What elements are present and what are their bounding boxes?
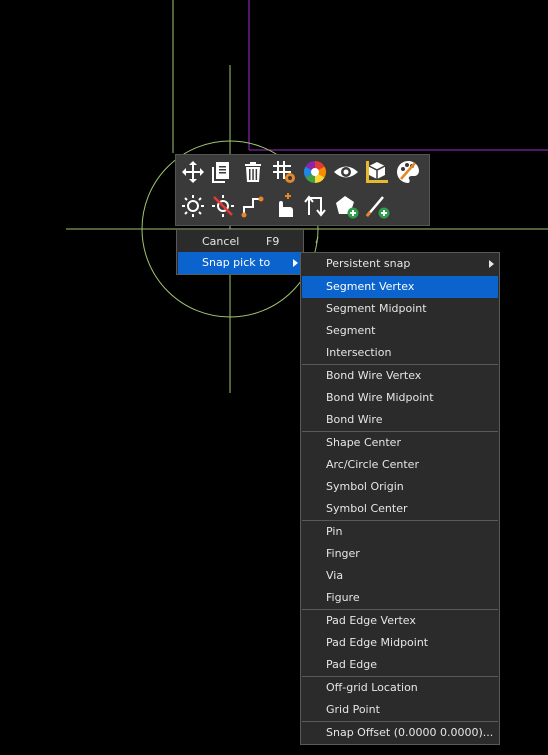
add-line-icon[interactable]	[363, 192, 391, 220]
menu-item-cancel[interactable]: Cancel F9	[178, 231, 302, 253]
hand-pick-icon[interactable]	[270, 192, 298, 220]
menu-item-label: Pad Edge Midpoint	[326, 636, 429, 649]
menu-item-pad-edge-midpoint[interactable]: Pad Edge Midpoint	[302, 632, 498, 654]
copy-icon[interactable]	[209, 158, 237, 186]
highlight-icon[interactable]	[179, 192, 207, 220]
menu-item-snap-offset[interactable]: Snap Offset (0.0000 0.0000)...	[302, 722, 498, 744]
menu-item-off-grid-location[interactable]: Off-grid Location	[302, 677, 498, 699]
menu-item-intersection[interactable]: Intersection	[302, 342, 498, 364]
menu-item-label: Snap Offset (0.0000 0.0000)...	[326, 726, 494, 739]
submenu-arrow-icon	[489, 260, 494, 268]
cube-measure-icon[interactable]	[363, 158, 391, 186]
menu-item-bond-wire[interactable]: Bond Wire	[302, 409, 498, 431]
menu-item-label: Off-grid Location	[326, 681, 418, 694]
menu-item-grid-point[interactable]: Grid Point	[302, 699, 498, 721]
menu-item-shape-center[interactable]: Shape Center	[302, 432, 498, 454]
menu-item-persistent-snap[interactable]: Persistent snap	[302, 253, 498, 275]
menu-item-label: Grid Point	[326, 703, 380, 716]
menu-item-label: Cancel	[202, 235, 240, 248]
context-menu: Cancel F9 Snap pick to	[176, 229, 304, 275]
menu-item-label: Shape Center	[326, 436, 401, 449]
menu-item-symbol-origin[interactable]: Symbol Origin	[302, 476, 498, 498]
snap-submenu: Persistent snap Segment Vertex Segment M…	[300, 252, 500, 745]
menu-item-pad-edge-vertex[interactable]: Pad Edge Vertex	[302, 610, 498, 632]
menu-item-label: Symbol Center	[326, 502, 408, 515]
menu-item-label: Persistent snap	[326, 257, 411, 270]
menu-item-figure[interactable]: Figure	[302, 587, 498, 609]
menu-item-pad-edge[interactable]: Pad Edge	[302, 654, 498, 676]
menu-item-arc-circle-center[interactable]: Arc/Circle Center	[302, 454, 498, 476]
menu-item-label: Figure	[326, 591, 360, 604]
menu-item-segment[interactable]: Segment	[302, 320, 498, 342]
menu-item-via[interactable]: Via	[302, 565, 498, 587]
menu-item-label: Intersection	[326, 346, 392, 359]
palette-icon[interactable]	[394, 158, 422, 186]
menu-item-label: Symbol Origin	[326, 480, 404, 493]
menu-item-shortcut: F9	[266, 235, 280, 248]
menu-item-label: Arc/Circle Center	[326, 458, 419, 471]
submenu-arrow-icon	[293, 259, 298, 267]
move-icon[interactable]	[179, 158, 207, 186]
menu-item-label: Bond Wire	[326, 413, 383, 426]
menu-item-symbol-center[interactable]: Symbol Center	[302, 498, 498, 520]
menu-item-label: Pad Edge Vertex	[326, 614, 416, 627]
dehighlight-icon[interactable]	[209, 192, 237, 220]
menu-item-bond-wire-vertex[interactable]: Bond Wire Vertex	[302, 365, 498, 387]
swap-icon[interactable]	[301, 192, 329, 220]
menu-item-segment-vertex[interactable]: Segment Vertex	[302, 276, 498, 298]
menu-item-bond-wire-midpoint[interactable]: Bond Wire Midpoint	[302, 387, 498, 409]
menu-item-label: Segment	[326, 324, 376, 337]
color-wheel-icon[interactable]	[301, 158, 329, 186]
menu-item-pin[interactable]: Pin	[302, 521, 498, 543]
menu-item-label: Pin	[326, 525, 343, 538]
route-icon[interactable]	[239, 192, 267, 220]
menu-item-snap-pick-to[interactable]: Snap pick to	[178, 252, 302, 274]
menu-item-label: Pad Edge	[326, 658, 378, 671]
menu-item-finger[interactable]: Finger	[302, 543, 498, 565]
delete-icon[interactable]	[239, 158, 267, 186]
menu-item-label: Bond Wire Midpoint	[326, 391, 434, 404]
menu-item-label: Finger	[326, 547, 360, 560]
grid-settings-icon[interactable]	[270, 158, 298, 186]
add-shape-icon[interactable]	[332, 192, 360, 220]
menu-item-label: Bond Wire Vertex	[326, 369, 422, 382]
menu-item-segment-midpoint[interactable]: Segment Midpoint	[302, 298, 498, 320]
menu-item-label: Via	[326, 569, 344, 582]
menu-item-label: Segment Midpoint	[326, 302, 427, 315]
menu-item-label: Segment Vertex	[326, 280, 415, 293]
menu-item-label: Snap pick to	[202, 256, 271, 269]
quick-toolbar	[175, 154, 430, 226]
visibility-eye-icon[interactable]	[332, 158, 360, 186]
